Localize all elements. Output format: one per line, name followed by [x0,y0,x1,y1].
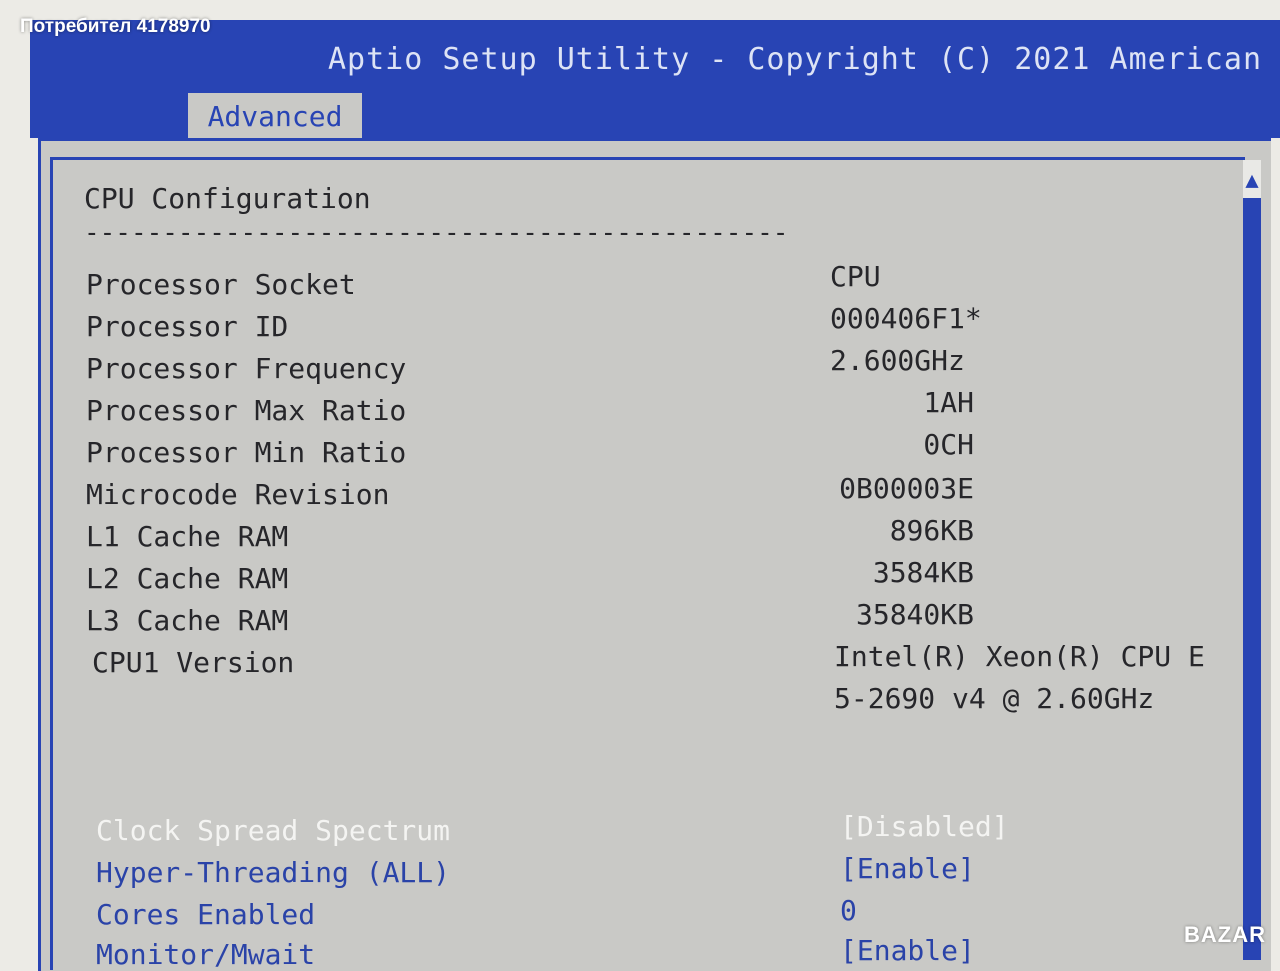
l3-cache-value: 35840KB [855,598,974,631]
section-title: CPU Configuration [84,182,371,215]
user-watermark: Потребител 4178970 [20,16,211,37]
processor-max-ratio-label: Processor Max Ratio [86,394,407,427]
scroll-up-arrow-icon[interactable]: ▲ [1241,168,1263,194]
cpu1-version-value-line2: 5-2690 v4 @ 2.60GHz [834,682,1155,715]
monitor-mwait-value[interactable]: [Enable] [840,934,975,967]
l1-cache-label: L1 Cache RAM [86,520,289,553]
microcode-revision-label: Microcode Revision [86,478,390,511]
bazar-logo: BAZAR [1184,922,1266,947]
scrollbar-thumb[interactable] [1243,198,1261,960]
processor-id-value: 000406F1* [830,302,982,335]
l3-cache-label: L3 Cache RAM [86,604,289,637]
monitor-mwait-option[interactable]: Monitor/Mwait [96,938,315,971]
processor-min-ratio-label: Processor Min Ratio [86,436,407,469]
cpu1-version-value-line1: Intel(R) Xeon(R) CPU E [834,640,1205,673]
l1-cache-value: 896KB [889,514,974,547]
processor-frequency-value: 2.600GHz [830,344,965,377]
processor-frequency-label: Processor Frequency [86,352,407,385]
hyper-threading-option[interactable]: Hyper-Threading (ALL) [96,856,450,889]
hyper-threading-value[interactable]: [Enable] [840,852,975,885]
cores-enabled-value[interactable]: 0 [840,894,857,927]
clock-spread-spectrum-option[interactable]: Clock Spread Spectrum [96,814,450,847]
processor-min-ratio-value: 0CH [923,428,974,461]
tab-advanced[interactable]: Advanced [188,93,362,139]
processor-socket-label: Processor Socket [86,268,356,301]
l2-cache-value: 3584KB [872,556,974,589]
processor-socket-value: CPU [830,260,881,293]
processor-id-label: Processor ID [86,310,289,343]
bios-title: Aptio Setup Utility - Copyright (C) 2021… [328,42,1280,77]
processor-max-ratio-value: 1AH [923,386,974,419]
microcode-revision-value: 0B00003E [839,472,974,505]
section-divider: ----------------------------------------… [84,218,789,248]
cores-enabled-option[interactable]: Cores Enabled [96,898,315,931]
cpu1-version-label: CPU1 Version [92,646,295,679]
l2-cache-label: L2 Cache RAM [86,562,289,595]
clock-spread-spectrum-value[interactable]: [Disabled] [840,810,1009,843]
